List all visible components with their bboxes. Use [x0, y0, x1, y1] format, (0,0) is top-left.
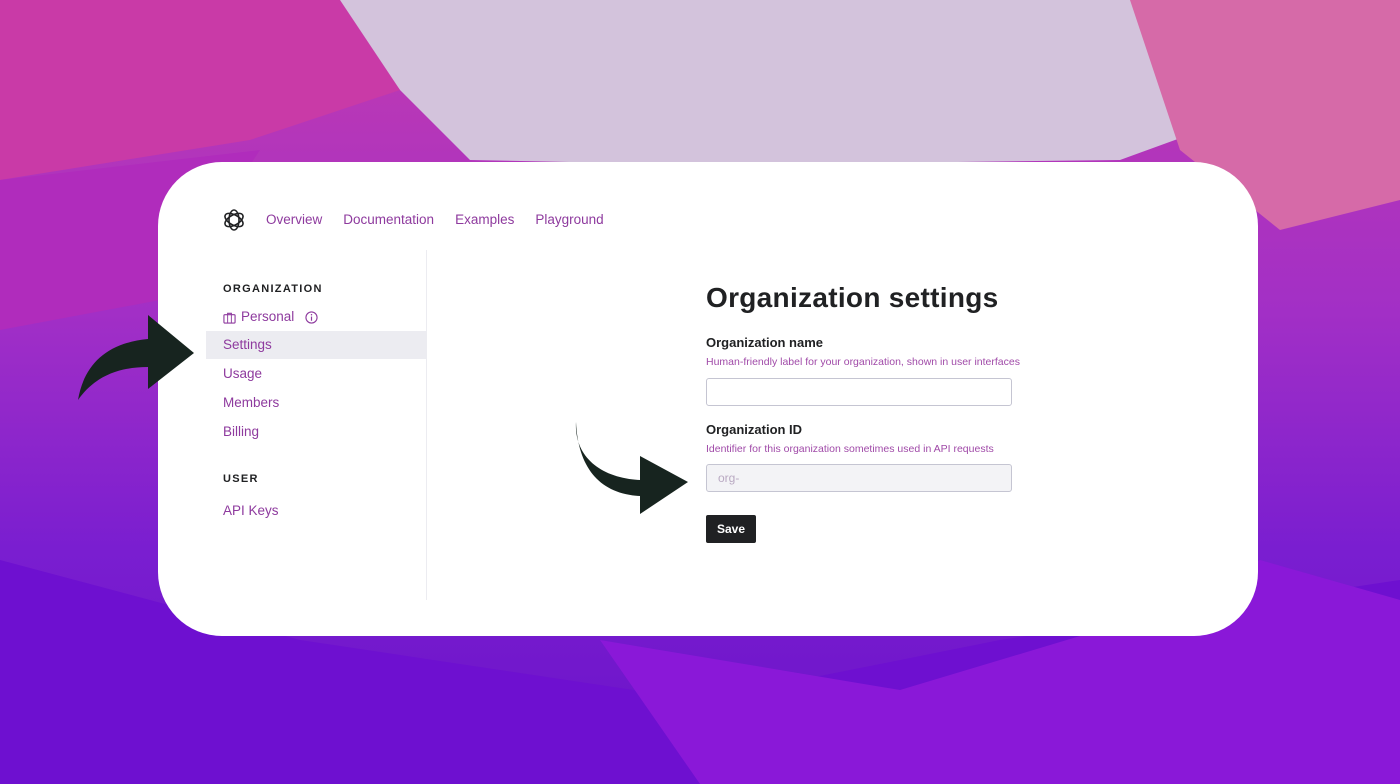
org-name-label: Organization name: [706, 335, 824, 350]
sidebar-item-api-keys[interactable]: API Keys: [206, 497, 426, 525]
org-id-help: Identifier for this organization sometim…: [706, 443, 994, 455]
sidebar-divider: [426, 250, 427, 600]
nav-overview[interactable]: Overview: [266, 212, 322, 227]
top-navigation: Overview Documentation Examples Playgrou…: [266, 212, 604, 227]
nav-examples[interactable]: Examples: [455, 212, 514, 227]
personal-org-selector[interactable]: Personal: [206, 303, 426, 331]
organization-section-title: ORGANIZATION: [223, 283, 323, 295]
settings-card: Overview Documentation Examples Playgrou…: [158, 162, 1258, 636]
sidebar-item-usage[interactable]: Usage: [206, 360, 426, 388]
org-id-input[interactable]: [706, 464, 1012, 492]
save-button[interactable]: Save: [706, 515, 756, 543]
curved-arrow-icon: [575, 422, 688, 514]
curved-arrow-icon: [78, 315, 194, 400]
briefcase-icon: [223, 312, 236, 324]
org-name-help: Human-friendly label for your organizati…: [706, 356, 1020, 368]
user-section-title: USER: [223, 473, 259, 485]
org-id-label: Organization ID: [706, 422, 803, 437]
nav-playground[interactable]: Playground: [535, 212, 603, 227]
org-name-input[interactable]: [706, 378, 1012, 406]
info-icon[interactable]: [305, 310, 318, 324]
sidebar-item-settings[interactable]: Settings: [206, 331, 426, 359]
sidebar-item-members[interactable]: Members: [206, 389, 426, 417]
personal-label: Personal: [241, 309, 295, 324]
openai-logo-icon[interactable]: [222, 208, 246, 232]
page-title: Organization settings: [706, 282, 999, 313]
sidebar-item-billing[interactable]: Billing: [206, 418, 426, 446]
nav-documentation[interactable]: Documentation: [343, 212, 434, 227]
